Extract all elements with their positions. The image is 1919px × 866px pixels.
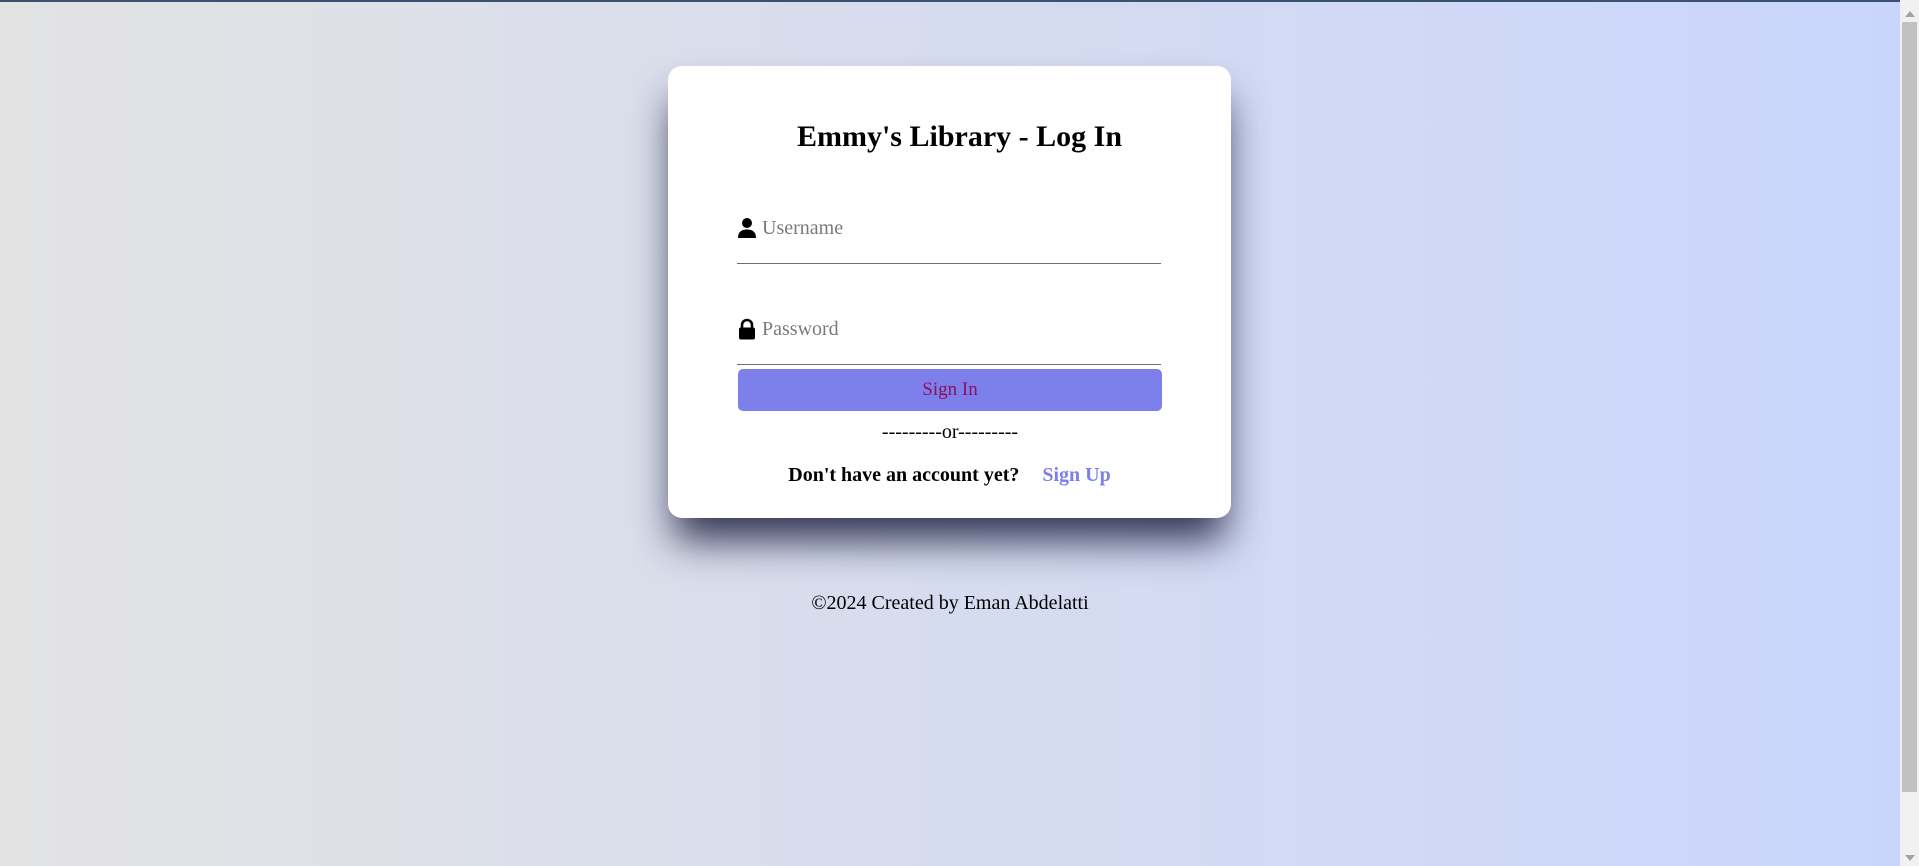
or-divider: ---------or--------- — [881, 421, 1019, 443]
password-field — [737, 314, 1161, 365]
username-field — [737, 213, 1161, 264]
signup-row: Don't have an account yet? Sign Up — [668, 464, 1231, 487]
user-icon — [738, 218, 756, 238]
lock-icon — [739, 318, 755, 340]
scroll-down-icon[interactable] — [1900, 849, 1919, 866]
scrollbar-thumb[interactable] — [1902, 22, 1917, 792]
username-input[interactable] — [762, 213, 1157, 243]
sign-up-link[interactable]: Sign Up — [1042, 464, 1110, 486]
password-input[interactable] — [762, 314, 1157, 344]
page-title: Emmy's Library - Log In — [796, 120, 1123, 153]
scroll-up-icon[interactable] — [1900, 5, 1919, 22]
window-top-border — [0, 0, 1900, 2]
footer-copyright: ©2024 Created by Eman Abdelatti — [811, 592, 1089, 614]
sign-in-button[interactable]: Sign In — [738, 369, 1162, 411]
signup-prompt: Don't have an account yet? — [788, 464, 1020, 486]
vertical-scrollbar[interactable] — [1900, 0, 1919, 866]
